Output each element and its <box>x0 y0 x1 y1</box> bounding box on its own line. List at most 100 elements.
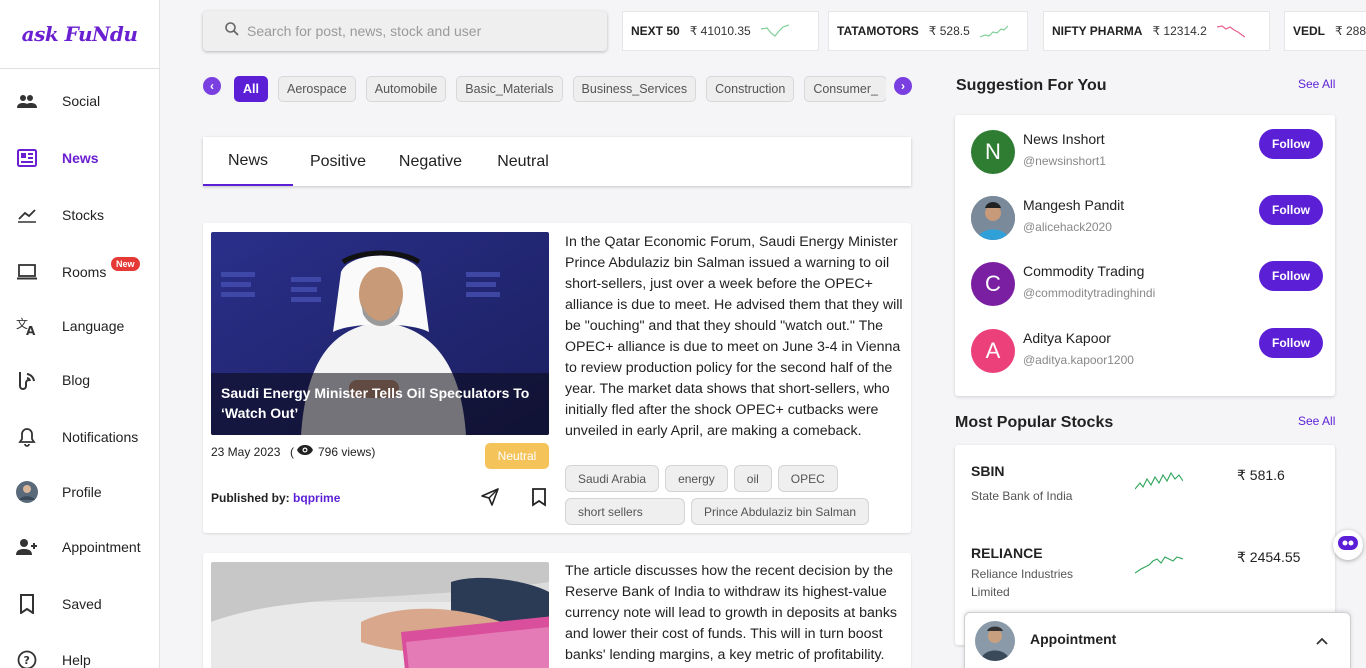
category-chip[interactable]: Business_Services <box>572 76 697 102</box>
suggestion-item[interactable]: Mangesh Pandit @alicehack2020 Follow <box>971 193 1333 243</box>
chatbot-button[interactable] <box>1333 530 1363 560</box>
tag-chip[interactable]: OPEC <box>777 465 838 492</box>
follow-button[interactable]: Follow <box>1259 261 1323 291</box>
tag-chip[interactable]: Prince Abdulaziz bin Salman <box>691 498 870 525</box>
stock-row[interactable]: RELIANCE Reliance Industries Limited ₹ 2… <box>971 545 1331 605</box>
avatar[interactable] <box>971 196 1015 240</box>
people-icon <box>16 90 38 112</box>
stock-price: ₹ 2454.55 <box>1237 549 1301 565</box>
sparkline-icon <box>1216 25 1245 38</box>
sidebar-item-blog[interactable]: Blog <box>0 360 159 400</box>
tag-chip[interactable]: energy <box>665 465 728 492</box>
news-image-title: Saudi Energy Minister Tells Oil Speculat… <box>211 373 549 435</box>
tab-positive[interactable]: Positive <box>298 137 378 186</box>
sidebar-item-notifications[interactable]: Notifications <box>0 417 159 457</box>
news-image[interactable]: Saudi Energy Minister Tells Oil Speculat… <box>211 232 549 435</box>
news-tags: Saudi Arabia energy oil OPEC short selle… <box>565 465 905 525</box>
suggestion-handle: @newsinshort1 <box>1023 154 1106 168</box>
news-card[interactable]: The article discusses how the recent dec… <box>203 553 911 668</box>
sidebar-item-saved[interactable]: Saved <box>0 584 159 624</box>
sidebar-item-appointment[interactable]: Appointment <box>0 527 159 567</box>
suggestion-handle: @aditya.kapoor1200 <box>1023 353 1134 367</box>
category-chip[interactable]: Basic_Materials <box>456 76 563 102</box>
eye-icon <box>296 444 314 459</box>
ticker-card[interactable]: NEXT 50 ₹ 41010.35 <box>622 11 819 51</box>
ticker-card[interactable]: VEDL ₹ 288 <box>1284 11 1366 51</box>
avatar[interactable]: C <box>971 262 1015 306</box>
ticker-card[interactable]: TATAMOTORS ₹ 528.5 <box>828 11 1028 51</box>
news-card[interactable]: Saudi Energy Minister Tells Oil Speculat… <box>203 223 911 533</box>
help-icon: ? <box>16 649 38 668</box>
ticker-price: ₹ 12314.2 <box>1152 24 1207 38</box>
author-link[interactable]: bqprime <box>293 491 340 505</box>
category-chip[interactable]: Automobile <box>365 76 447 102</box>
suggestion-item[interactable]: A Aditya Kapoor @aditya.kapoor1200 Follo… <box>971 326 1333 376</box>
tab-neutral[interactable]: Neutral <box>483 137 563 186</box>
search-bar[interactable] <box>203 11 607 51</box>
sidebar: ask FuNdu Social News Stocks Rooms New 文… <box>0 0 160 668</box>
category-chip[interactable]: Aerospace <box>277 76 356 102</box>
news-body: The article discusses how the recent dec… <box>565 563 898 663</box>
sidebar-item-help[interactable]: ? Help <box>0 640 159 668</box>
avatar[interactable]: N <box>971 130 1015 174</box>
tag-chip[interactable]: short sellers <box>565 498 685 525</box>
tab-negative[interactable]: Negative <box>388 137 473 186</box>
suggestion-handle: @alicehack2020 <box>1023 220 1112 234</box>
sidebar-item-label: Profile <box>62 484 102 500</box>
sidebar-item-stocks[interactable]: Stocks <box>0 195 159 235</box>
svg-text:A: A <box>26 324 36 336</box>
chevron-left-icon: ‹ <box>210 79 214 93</box>
stock-price: ₹ 581.6 <box>1237 467 1285 483</box>
popular-stocks-see-all-link[interactable]: See All <box>1298 414 1335 428</box>
share-icon[interactable] <box>480 487 500 507</box>
popular-stocks-title: Most Popular Stocks <box>955 414 1114 431</box>
stock-row[interactable]: SBIN State Bank of India ₹ 581.6 <box>971 463 1331 523</box>
chevron-up-icon[interactable] <box>1315 633 1329 651</box>
sidebar-item-label: Help <box>62 652 91 668</box>
sidebar-item-label: Notifications <box>62 429 139 445</box>
follow-button[interactable]: Follow <box>1259 328 1323 358</box>
suggestions-title: Suggestion For You <box>956 77 1107 94</box>
app-logo[interactable]: ask FuNdu <box>0 0 159 69</box>
category-chip[interactable]: Construction <box>706 76 795 102</box>
bookmark-icon[interactable] <box>531 487 551 507</box>
follow-button[interactable]: Follow <box>1259 129 1323 159</box>
tag-chip[interactable]: oil <box>733 465 772 492</box>
chips-prev-button[interactable]: ‹ <box>203 77 221 95</box>
news-image[interactable] <box>211 562 549 668</box>
sidebar-item-social[interactable]: Social <box>0 81 159 121</box>
sidebar-item-rooms[interactable]: Rooms New <box>0 252 159 292</box>
translate-icon: 文A <box>16 315 38 337</box>
chevron-right-icon: › <box>901 79 905 93</box>
suggestion-name[interactable]: Aditya Kapoor <box>1023 330 1111 346</box>
category-chip[interactable]: All <box>234 76 268 102</box>
ticker-card[interactable]: NIFTY PHARMA ₹ 12314.2 <box>1043 11 1270 51</box>
chips-next-button[interactable]: › <box>894 77 912 95</box>
appointment-title: Appointment <box>1030 631 1117 647</box>
tab-news[interactable]: News <box>203 137 293 186</box>
news-date: 23 May 2023 <box>211 445 281 459</box>
suggestion-name[interactable]: News Inshort <box>1023 131 1105 147</box>
search-input[interactable] <box>247 23 587 39</box>
follow-button[interactable]: Follow <box>1259 195 1323 225</box>
news-views: ( 796 views) <box>290 444 376 459</box>
suggestion-item[interactable]: N News Inshort @newsinshort1 Follow <box>971 127 1333 177</box>
avatar[interactable]: A <box>971 329 1015 373</box>
suggestion-name[interactable]: Commodity Trading <box>1023 263 1144 279</box>
sidebar-item-label: Saved <box>62 596 102 612</box>
sidebar-item-profile[interactable]: Profile <box>0 472 159 512</box>
suggestions-see-all-link[interactable]: See All <box>1298 77 1335 91</box>
suggestion-item[interactable]: C Commodity Trading @commoditytradinghin… <box>971 259 1333 309</box>
svg-text:?: ? <box>24 654 30 667</box>
sidebar-item-label: Language <box>62 318 125 334</box>
sidebar-item-news[interactable]: News <box>0 138 159 178</box>
category-chip[interactable]: Consumer_ <box>804 76 886 102</box>
tag-chip[interactable]: Saudi Arabia <box>565 465 660 492</box>
sidebar-item-label: News <box>62 150 99 166</box>
appointment-panel[interactable]: Appointment <box>964 612 1351 668</box>
newspaper-icon <box>16 147 38 169</box>
sparkline-icon <box>979 25 1008 38</box>
sidebar-item-label: Blog <box>62 372 91 388</box>
sidebar-item-language[interactable]: 文A Language <box>0 306 159 346</box>
suggestion-name[interactable]: Mangesh Pandit <box>1023 197 1124 213</box>
